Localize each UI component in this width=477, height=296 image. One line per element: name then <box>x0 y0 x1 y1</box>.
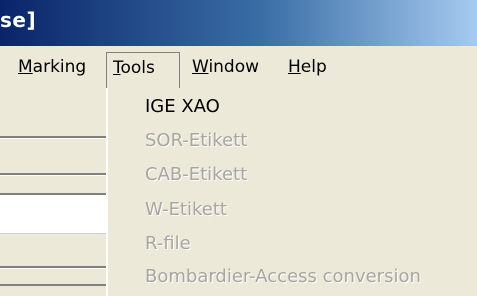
menu-item-bombardier-access-conversion[interactable]: Bombardier-Access conversion <box>145 262 421 292</box>
menu-window-mnemonic: W <box>192 57 209 77</box>
menu-marking[interactable]: Marking <box>12 51 92 83</box>
background-panel <box>0 88 110 296</box>
menu-item-r-file[interactable]: R-file <box>145 229 191 259</box>
divider <box>0 138 110 139</box>
divider <box>0 268 110 269</box>
menu-marking-mnemonic: M <box>18 57 33 77</box>
menu-help-mnemonic: H <box>288 57 301 77</box>
menu-item-w-etikett[interactable]: W-Etikett <box>145 195 227 225</box>
window-title: se] <box>0 8 37 32</box>
menu-marking-rest: arking <box>32 57 87 77</box>
menu-window-rest: indow <box>208 57 260 77</box>
menu-bar: Marking Tools Window Help <box>0 46 477 88</box>
menu-help[interactable]: Help <box>282 51 333 83</box>
menu-item-cab-etikett[interactable]: CAB-Etikett <box>145 160 247 190</box>
menu-help-rest: elp <box>300 57 327 77</box>
title-bar: se] <box>0 0 477 46</box>
menu-item-sor-etikett[interactable]: SOR-Etikett <box>145 126 247 156</box>
menu-tools[interactable]: Tools <box>106 52 180 88</box>
menu-window[interactable]: Window <box>186 51 265 83</box>
tools-dropdown-menu: IGE XAO SOR-Etikett CAB-Etikett W-Etiket… <box>106 88 477 296</box>
text-field[interactable] <box>0 193 106 234</box>
menu-tools-mnemonic: T <box>113 58 121 78</box>
divider <box>0 284 110 286</box>
divider <box>0 175 110 176</box>
menu-item-ige-xao[interactable]: IGE XAO <box>145 92 220 122</box>
menu-tools-rest: ools <box>120 58 155 78</box>
